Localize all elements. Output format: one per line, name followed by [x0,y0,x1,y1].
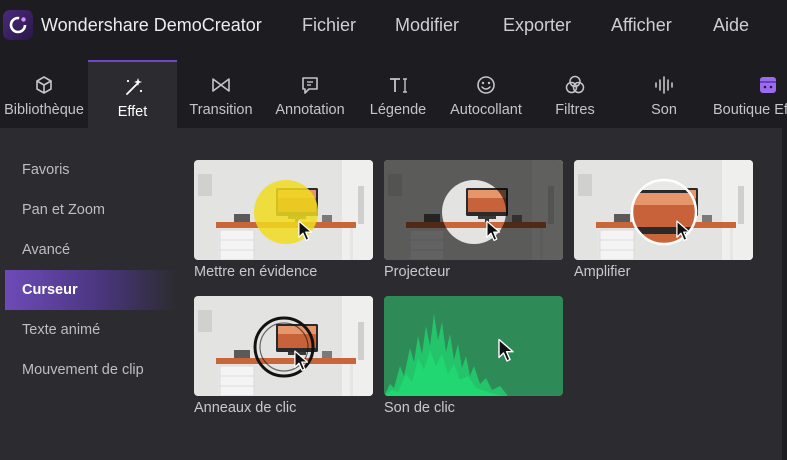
magic-wand-icon [125,78,142,95]
effect-thumbnail [574,160,753,260]
menu-exporter[interactable]: Exporter [503,15,571,36]
tab-legende[interactable]: Légende [355,60,441,128]
democreator-logo-icon [3,10,33,40]
panel-edge [782,128,787,460]
bowtie-icon [212,78,230,92]
tab-son[interactable]: Son [619,60,709,128]
tab-autocollant[interactable]: Autocollant [441,60,531,128]
effect-label: Son de clic [384,400,455,416]
effects-panel: Favoris Pan et Zoom Avancé Curseur Texte… [0,128,782,460]
smiley-icon [477,76,495,94]
app-title: Wondershare DemoCreator [41,15,262,35]
title-bar: Wondershare DemoCreator Fichier Modifier… [0,0,787,52]
text-cursor-icon [390,78,407,93]
tab-boutique-effets[interactable]: Boutique Ef [709,60,787,128]
sidebar-item-texte-anime[interactable]: Texte animé [0,310,176,350]
sidebar-item-mouvement-de-clip[interactable]: Mouvement de clip [0,350,176,390]
store-icon [760,77,776,93]
sound-wave-icon [655,76,673,94]
effect-thumbnail [194,296,373,396]
effects-toolbar: Bibliothèque Effet Transition Annotation… [0,60,787,128]
effect-thumbnail [384,296,563,396]
effect-label: Anneaux de clic [194,400,297,416]
sidebar-item-favoris[interactable]: Favoris [0,150,176,190]
tab-label: Bibliothèque [4,102,84,118]
sidebar-item-pan-et-zoom[interactable]: Pan et Zoom [0,190,176,230]
tab-label: Effet [117,104,148,120]
effect-label: Amplifier [574,264,631,280]
tab-label: Boutique Ef [713,102,787,118]
tab-bibliotheque[interactable]: Bibliothèque [0,60,88,128]
cube-icon [36,76,52,94]
effect-thumbnail [194,160,373,260]
menu-afficher[interactable]: Afficher [611,15,672,36]
menu-fichier[interactable]: Fichier [302,15,356,36]
tab-label: Annotation [275,102,345,118]
tab-transition[interactable]: Transition [177,60,265,128]
tab-filtres[interactable]: Filtres [531,60,619,128]
tab-label: Transition [189,102,253,118]
tab-label: Filtres [555,102,595,118]
tab-effet[interactable]: Effet [88,60,177,128]
menu-modifier[interactable]: Modifier [395,15,459,36]
sidebar-item-avance[interactable]: Avancé [0,230,176,270]
circles-icon [565,75,585,94]
sidebar-item-curseur[interactable]: Curseur [5,270,176,310]
effect-label: Projecteur [384,264,451,280]
tab-label: Son [651,102,677,118]
menu-aide[interactable]: Aide [713,15,749,36]
effect-label: Mettre en évidence [194,264,318,280]
tab-label: Autocollant [450,102,522,118]
speech-bubble-icon [302,77,318,94]
tab-annotation[interactable]: Annotation [265,60,355,128]
effect-thumbnail [384,160,563,260]
tab-label: Légende [369,102,427,118]
